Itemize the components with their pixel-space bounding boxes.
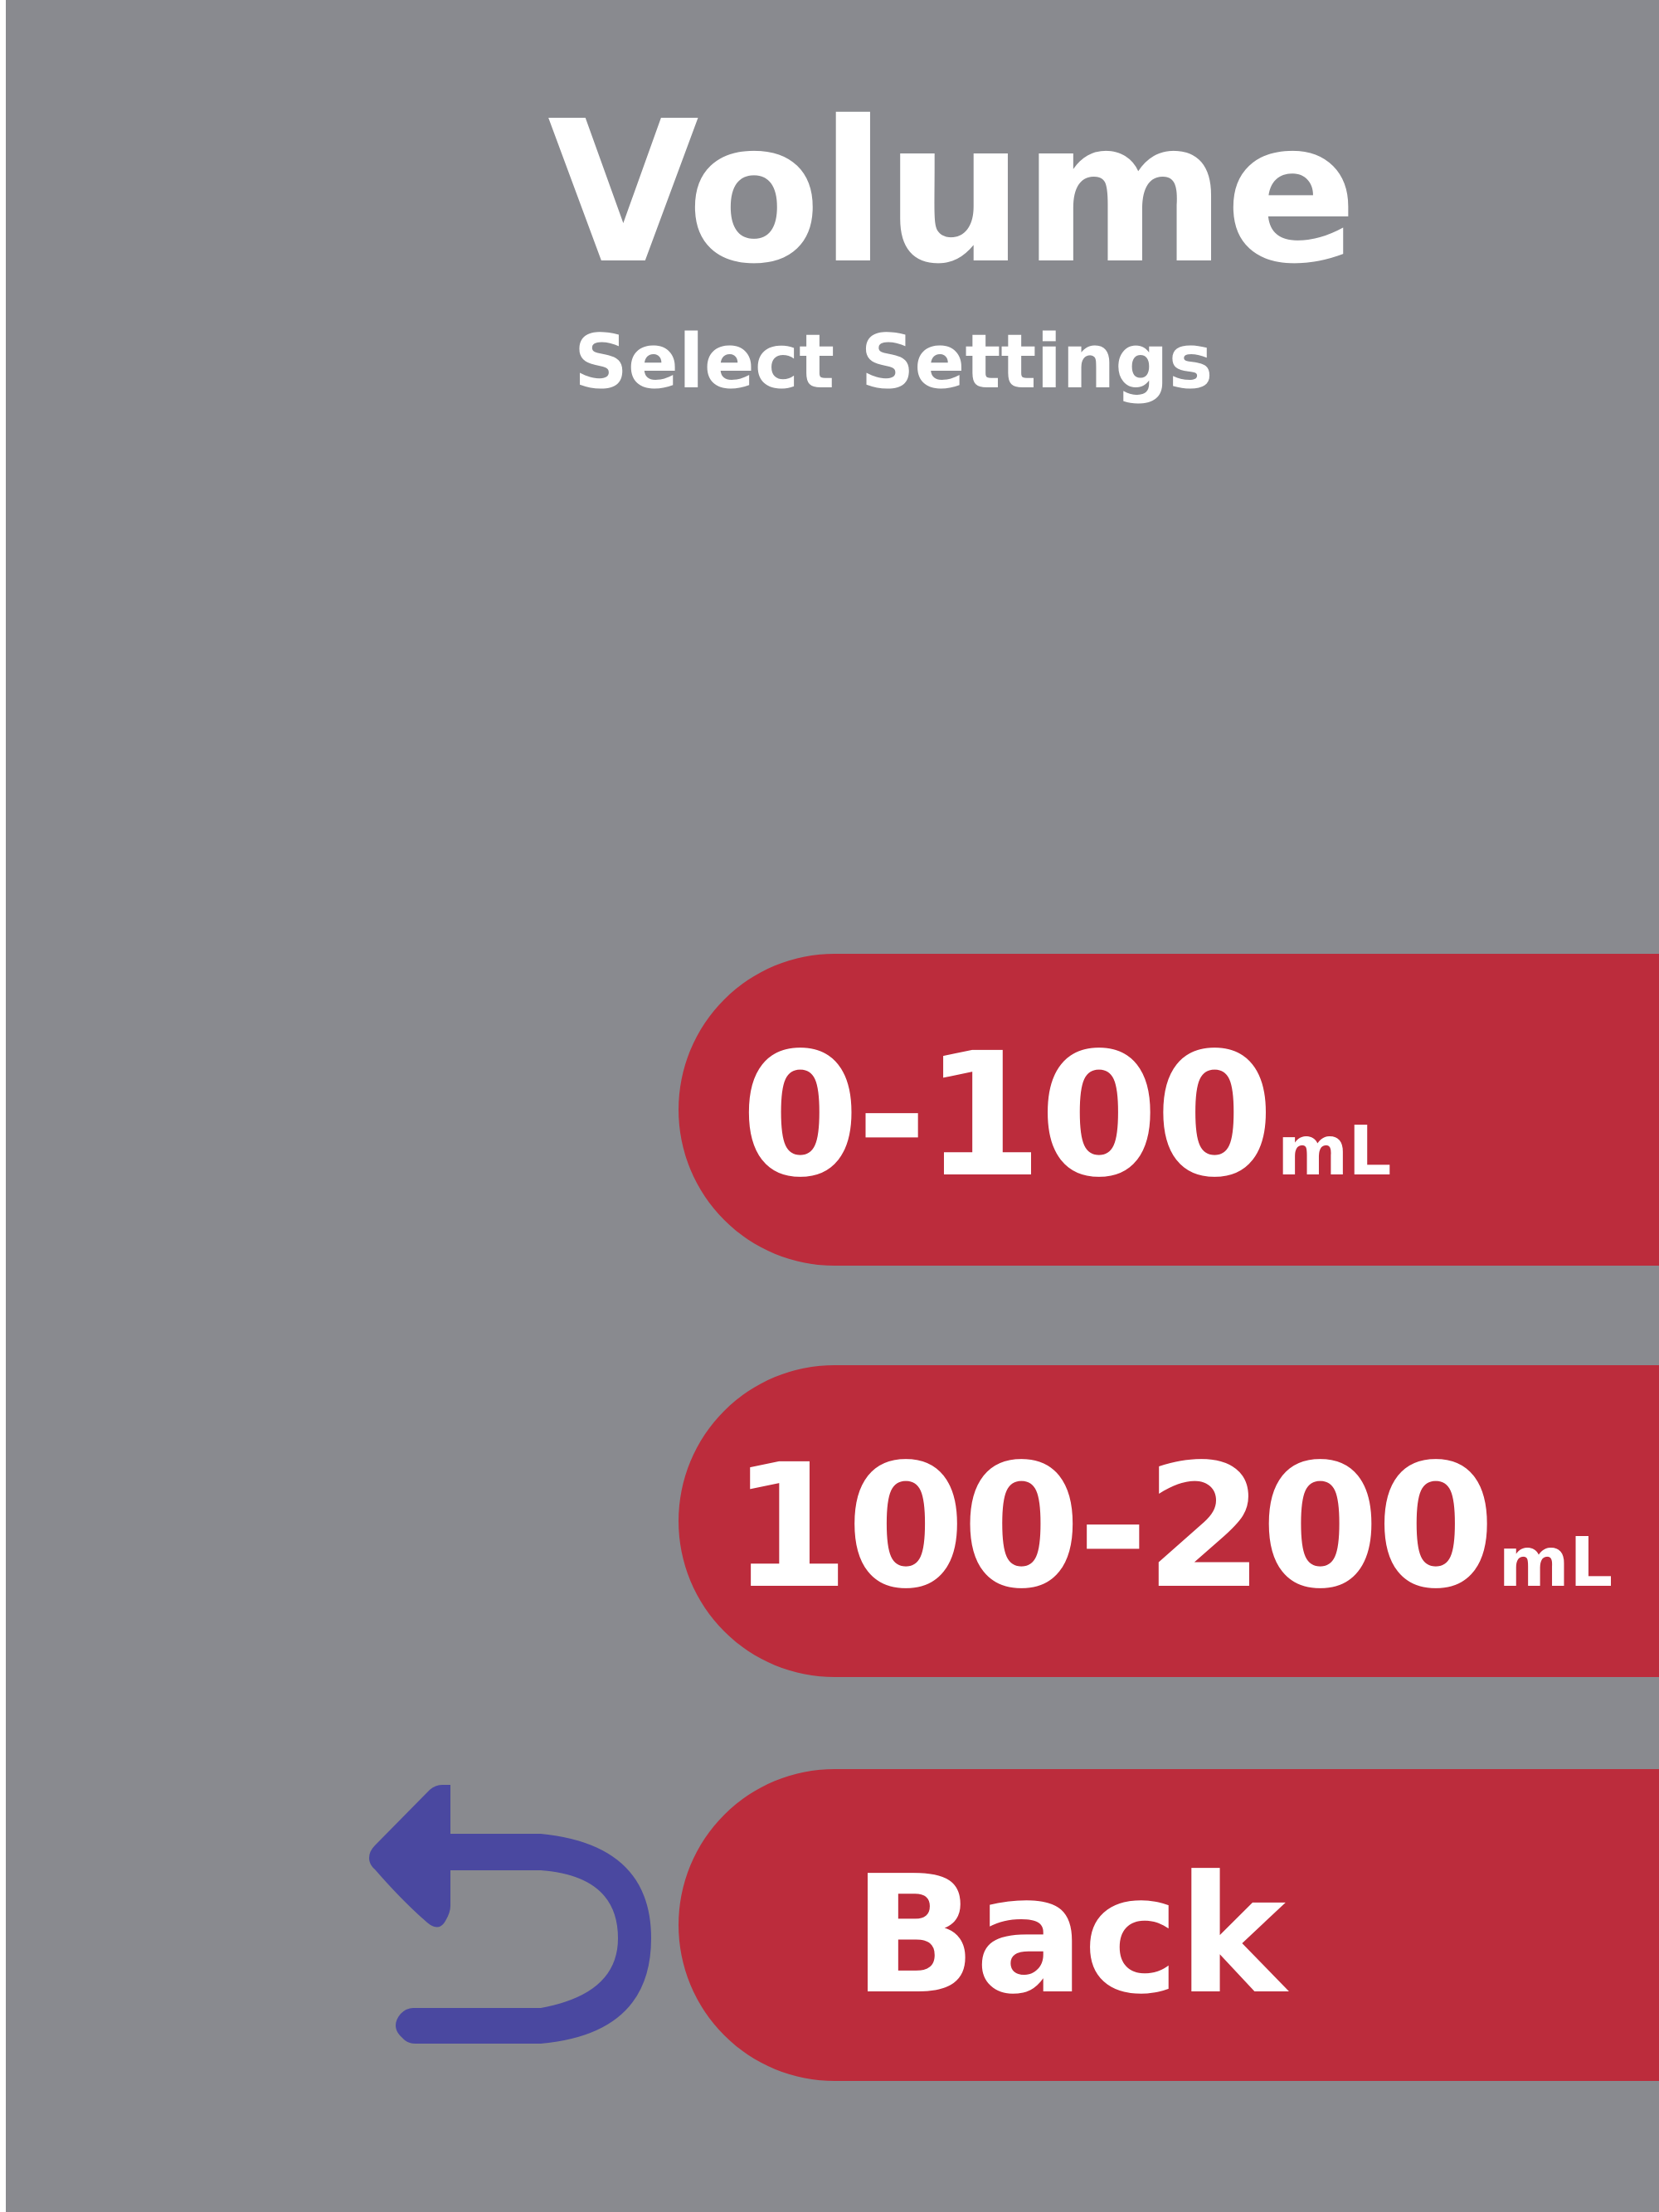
back-button[interactable]: Back — [679, 1769, 1659, 2081]
volume-100-200-range: 100-200 — [731, 1427, 1496, 1626]
back-button-label: Back — [853, 1841, 1286, 2030]
volume-screen: Volume Select Settings 0-100mL 100-200mL… — [6, 0, 1659, 2212]
volume-0-100-label: 0-100mL — [741, 1030, 1392, 1201]
volume-0-100-unit: mL — [1277, 1112, 1392, 1191]
volume-100-200-label: 100-200mL — [731, 1441, 1613, 1612]
volume-0-100-button[interactable]: 0-100mL — [679, 954, 1659, 1266]
volume-0-100-range: 0-100 — [741, 1016, 1274, 1215]
page-title: Volume — [547, 79, 1358, 307]
page-subtitle: Select Settings — [574, 318, 1214, 406]
volume-100-200-button[interactable]: 100-200mL — [679, 1365, 1659, 1677]
volume-100-200-unit: mL — [1498, 1524, 1613, 1602]
return-arrow-icon[interactable] — [369, 1785, 661, 2059]
